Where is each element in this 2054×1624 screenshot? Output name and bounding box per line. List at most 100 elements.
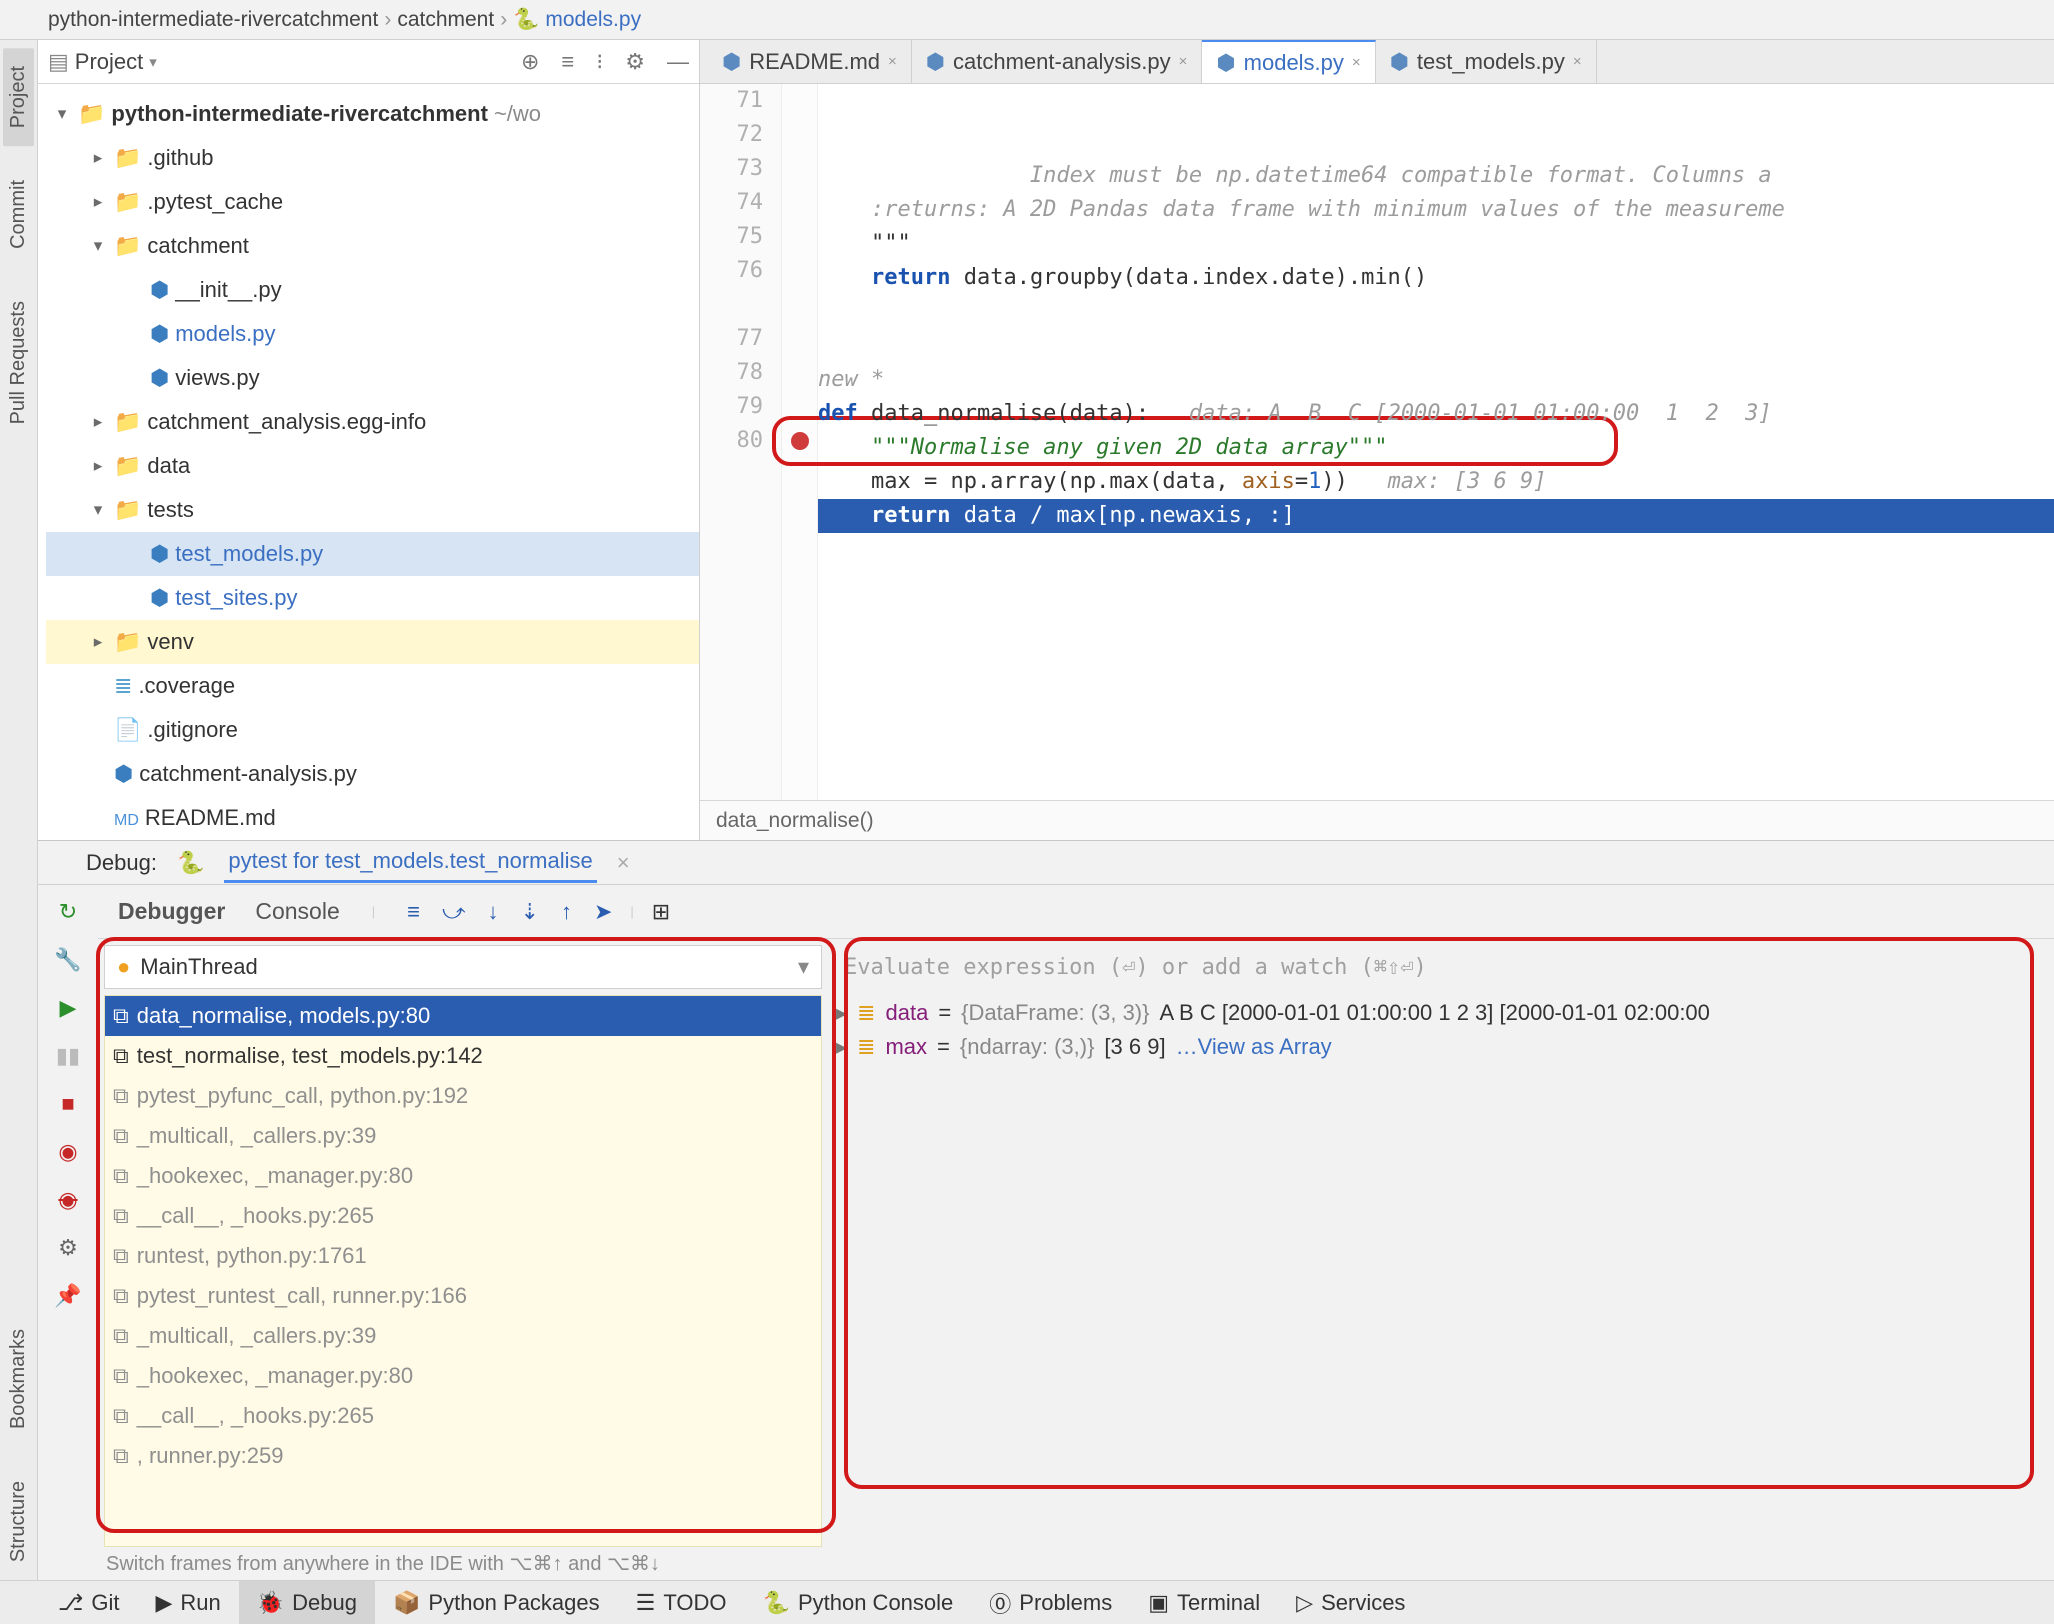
run-tool[interactable]: ▶Run	[137, 1581, 238, 1624]
tree-item[interactable]: ▸📁catchment_analysis.egg-info	[46, 400, 699, 444]
frame-row[interactable]: ⧉data_normalise, models.py:80	[105, 996, 821, 1036]
editor-tab[interactable]: ⬢test_models.py×	[1376, 40, 1597, 83]
bug-icon: 🐞	[257, 1590, 284, 1616]
close-icon[interactable]: ×	[888, 53, 897, 70]
line-gutter[interactable]: 71727374757677787980	[700, 84, 782, 800]
variable-row[interactable]: ▸≣data = {DataFrame: (3, 3)} A B C [2000…	[836, 996, 2044, 1030]
frame-row[interactable]: ⧉_hookexec, _manager.py:80	[105, 1356, 821, 1396]
close-icon[interactable]: ×	[1573, 53, 1582, 70]
file-icon: 📁	[114, 620, 141, 664]
tree-item[interactable]: ⬢catchment-analysis.py	[46, 752, 699, 796]
services-tool[interactable]: ▷Services	[1278, 1581, 1423, 1624]
tree-item[interactable]: 📄.gitignore	[46, 708, 699, 752]
collapse-icon[interactable]: ⁝	[596, 49, 603, 75]
project-tree[interactable]: ▾📁python-intermediate-rivercatchment ~/w…	[38, 84, 699, 840]
frame-row[interactable]: ⧉__call__, _hooks.py:265	[105, 1396, 821, 1436]
packages-tool[interactable]: 📦Python Packages	[375, 1581, 618, 1624]
frame-row[interactable]: ⧉pytest_runtest_call, runner.py:166	[105, 1276, 821, 1316]
step-into-icon[interactable]: ↓	[488, 899, 499, 925]
debugger-tab[interactable]: Debugger	[118, 898, 225, 925]
frames-list[interactable]: ⧉data_normalise, models.py:80⧉test_norma…	[104, 995, 822, 1547]
tree-item[interactable]: ≣.coverage	[46, 664, 699, 708]
show-exec-point-icon[interactable]: ≡	[407, 899, 420, 925]
editor-code[interactable]: Index must be np.datetime64 compatible f…	[818, 84, 2054, 800]
close-icon[interactable]: ×	[1179, 53, 1188, 70]
evaluate-hint[interactable]: Evaluate expression (⏎) or add a watch (…	[836, 945, 2044, 996]
editor-tab[interactable]: ⬢models.py×	[1202, 40, 1375, 83]
breadcrumb-item[interactable]: models.py	[545, 8, 641, 32]
tree-item[interactable]: ⬢models.py	[46, 312, 699, 356]
tree-item[interactable]: ▸📁venv	[46, 620, 699, 664]
console-tab[interactable]: Console	[255, 898, 339, 925]
commit-tool-tab[interactable]: Commit	[3, 162, 34, 267]
packages-icon: 📦	[393, 1590, 420, 1616]
tree-item[interactable]: ▾📁python-intermediate-rivercatchment ~/w…	[46, 92, 699, 136]
view-breakpoints-icon[interactable]: ◉	[58, 1139, 77, 1165]
frame-row[interactable]: ⧉pytest_pyfunc_call, python.py:192	[105, 1076, 821, 1116]
view-as-array-link[interactable]: …View as Array	[1176, 1034, 1332, 1060]
pyconsole-tool[interactable]: 🐍Python Console	[745, 1581, 972, 1624]
tree-item[interactable]: ▸📁data	[46, 444, 699, 488]
frame-row[interactable]: ⧉__call__, _hooks.py:265	[105, 1196, 821, 1236]
close-icon[interactable]: ×	[1352, 54, 1361, 71]
tree-item[interactable]: ⬢views.py	[46, 356, 699, 400]
pull-requests-tool-tab[interactable]: Pull Requests	[3, 283, 34, 442]
editor-tab[interactable]: ⬢README.md×	[708, 40, 912, 83]
settings-icon[interactable]: ⚙	[625, 49, 645, 75]
modify-run-icon[interactable]: 🔧	[54, 947, 81, 973]
debug-run-config[interactable]: pytest for test_models.test_normalise	[224, 842, 596, 883]
variable-row[interactable]: ▸≣max = {ndarray: (3,)} [3 6 9] …View as…	[836, 1030, 2044, 1064]
frame-row[interactable]: ⧉_multicall, _callers.py:39	[105, 1116, 821, 1156]
pause-icon[interactable]: ▮▮	[56, 1043, 80, 1069]
tree-item[interactable]: ▸📁.github	[46, 136, 699, 180]
expand-icon[interactable]: ▸	[836, 1034, 847, 1060]
step-into-my-icon[interactable]: ⇣	[521, 899, 539, 925]
structure-tool-tab[interactable]: Structure	[3, 1463, 34, 1580]
tree-item[interactable]: ⬢test_sites.py	[46, 576, 699, 620]
breakpoint-gutter[interactable]	[782, 84, 818, 800]
frame-row[interactable]: ⧉test_normalise, test_models.py:142	[105, 1036, 821, 1076]
step-out-icon[interactable]: ↑	[561, 899, 572, 925]
debug-settings-icon[interactable]: ⚙	[58, 1235, 78, 1261]
breadcrumb-item[interactable]: python-intermediate-rivercatchment	[48, 8, 378, 32]
problems-tool[interactable]: ⓪Problems	[971, 1581, 1130, 1624]
git-tool[interactable]: ⎇Git	[40, 1581, 137, 1624]
mute-breakpoints-icon[interactable]: ◉	[58, 1187, 77, 1213]
stop-icon[interactable]: ■	[61, 1091, 74, 1117]
breakpoint-icon[interactable]	[791, 432, 809, 450]
tree-item[interactable]: MDREADME.md	[46, 796, 699, 840]
frame-row[interactable]: ⧉_multicall, _callers.py:39	[105, 1316, 821, 1356]
rerun-icon[interactable]: ↻	[59, 899, 77, 925]
project-dropdown[interactable]: ▤ Project ▾	[48, 49, 157, 75]
resume-icon[interactable]: ▶	[60, 995, 77, 1021]
tree-item[interactable]: ▸📁.pytest_cache	[46, 180, 699, 224]
todo-tool[interactable]: ☰TODO	[618, 1581, 745, 1624]
debug-tool[interactable]: 🐞Debug	[239, 1581, 375, 1624]
frame-row[interactable]: ⧉_hookexec, _manager.py:80	[105, 1156, 821, 1196]
project-tool-tab[interactable]: Project	[3, 48, 34, 146]
bookmarks-tool-tab[interactable]: Bookmarks	[3, 1311, 34, 1447]
hide-icon[interactable]: —	[667, 49, 689, 75]
tree-item[interactable]: ⬢__init__.py	[46, 268, 699, 312]
file-icon: 📁	[114, 180, 141, 224]
todo-icon: ☰	[636, 1590, 656, 1616]
breadcrumb-item[interactable]: catchment	[397, 8, 494, 32]
evaluate-icon[interactable]: ⊞	[652, 899, 670, 925]
frame-row[interactable]: ⧉, runner.py:259	[105, 1436, 821, 1476]
expand-icon[interactable]: ≡	[561, 49, 574, 75]
terminal-tool[interactable]: ▣Terminal	[1130, 1581, 1278, 1624]
close-icon[interactable]: ×	[617, 850, 630, 876]
expand-icon[interactable]: ▸	[836, 1000, 847, 1026]
step-over-icon[interactable]: ⤻	[442, 899, 466, 925]
tree-item[interactable]: ▾📁catchment	[46, 224, 699, 268]
locate-icon[interactable]: ⊕	[521, 49, 539, 75]
editor-tabs: ⬢README.md×⬢catchment-analysis.py×⬢model…	[700, 40, 2054, 84]
pin-icon[interactable]: 📌	[54, 1283, 81, 1309]
editor-tab[interactable]: ⬢catchment-analysis.py×	[912, 40, 1203, 83]
run-to-cursor-icon[interactable]: ➤	[594, 899, 612, 925]
frame-row[interactable]: ⧉runtest, python.py:1761	[105, 1236, 821, 1276]
file-icon: 📁	[114, 224, 141, 268]
tree-item[interactable]: ▾📁tests	[46, 488, 699, 532]
thread-select[interactable]: ● MainThread ▾	[104, 945, 822, 989]
tree-item[interactable]: ⬢test_models.py	[46, 532, 699, 576]
